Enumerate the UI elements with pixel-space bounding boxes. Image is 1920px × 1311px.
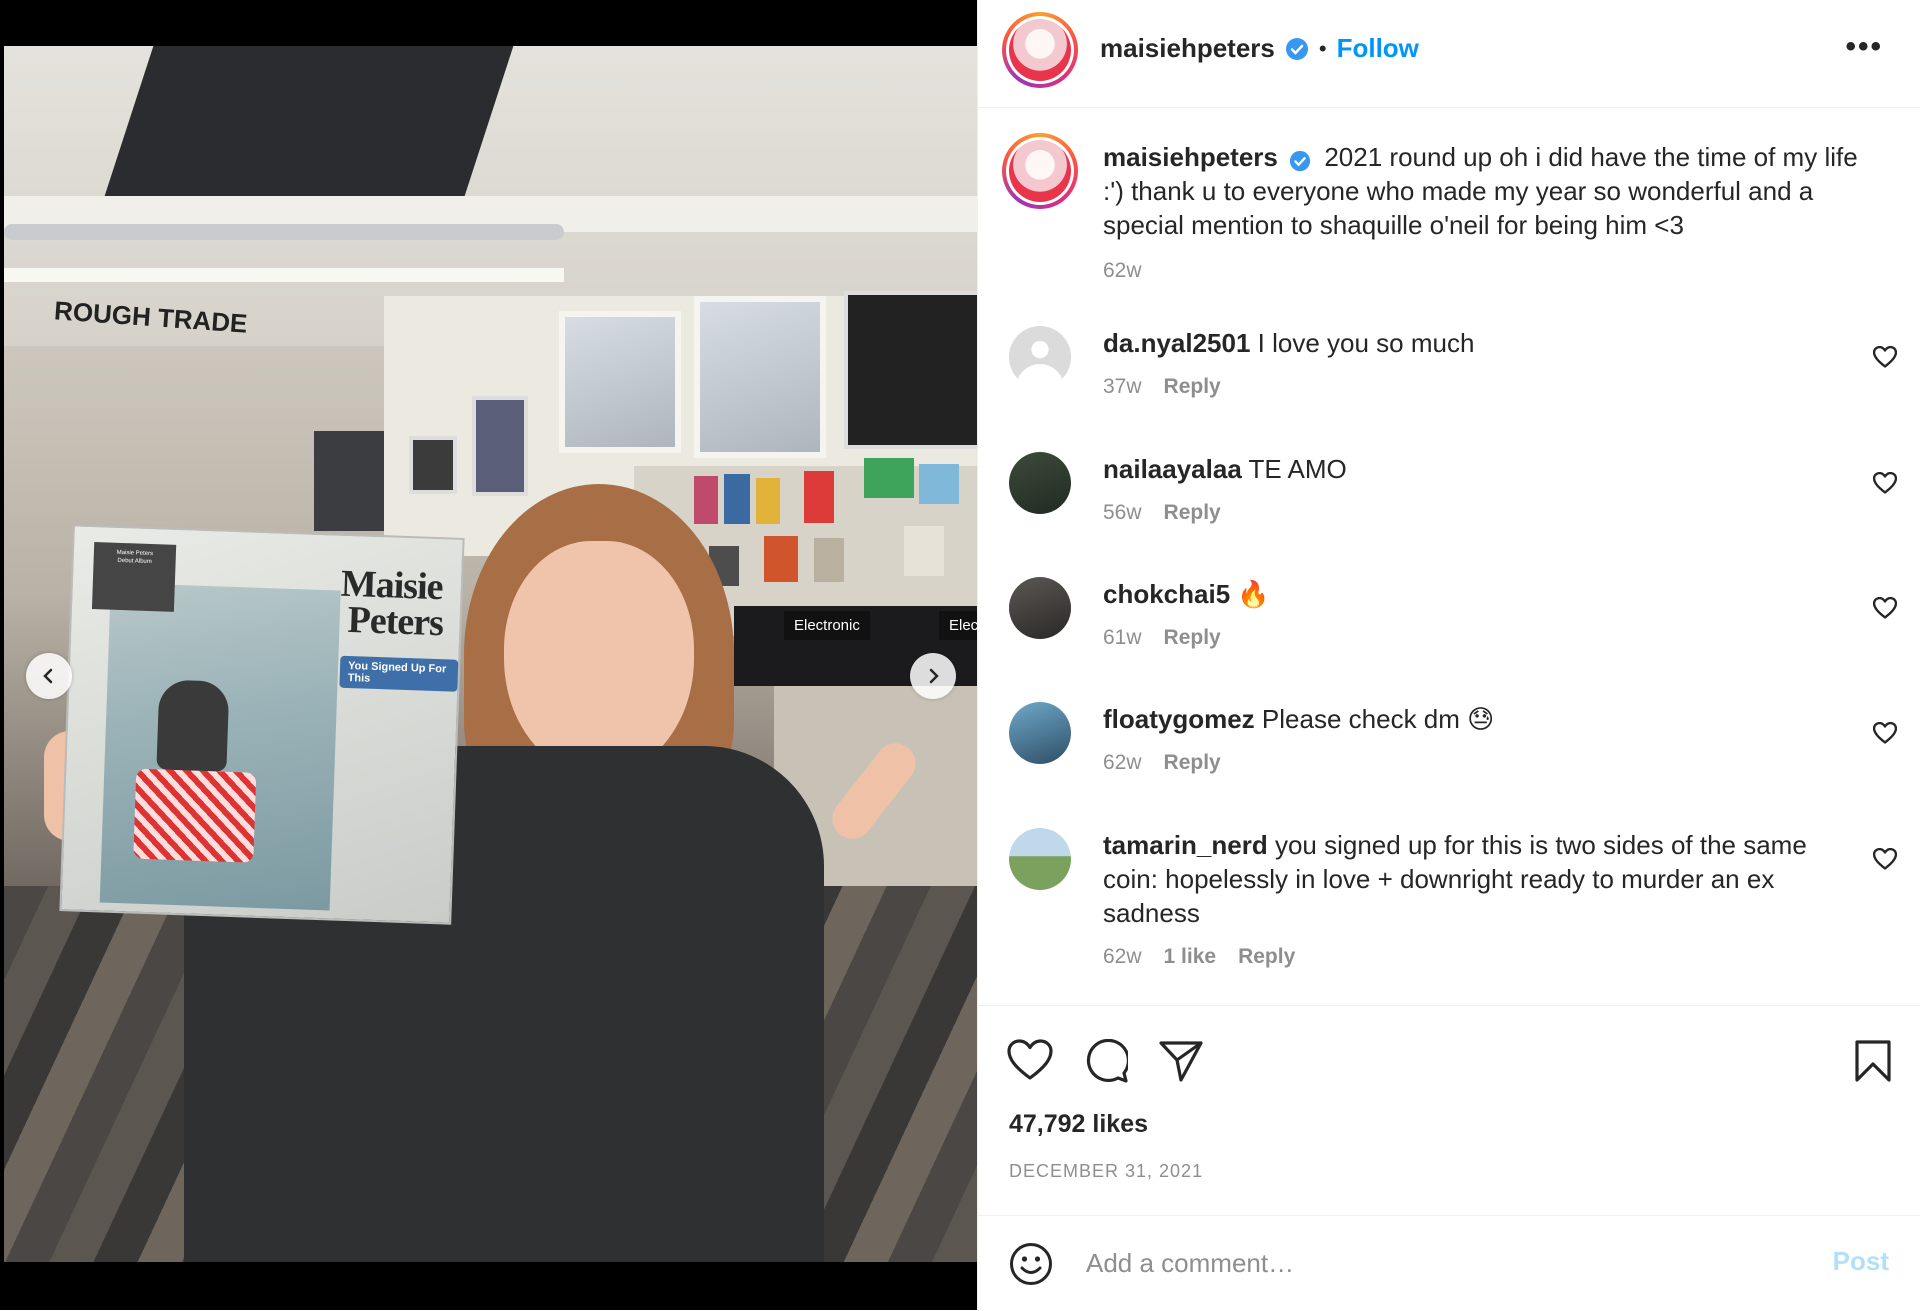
comment-like-heart-icon[interactable] <box>1873 722 1897 744</box>
commenter-avatar[interactable] <box>1009 452 1071 514</box>
album-title: Maisie Peters <box>340 562 444 645</box>
commenter-username[interactable]: chokchai5 <box>1103 579 1230 609</box>
rack-label: Elec <box>939 611 977 640</box>
post-caption: maisiehpeters 2021 round up oh i did hav… <box>1103 140 1863 288</box>
author-username[interactable]: maisiehpeters <box>1100 33 1275 64</box>
comment-text: Please check dm 😓 <box>1261 704 1495 734</box>
reply-button[interactable]: Reply <box>1164 626 1221 649</box>
verified-badge-icon <box>1285 37 1308 60</box>
comment-meta: 37w Reply <box>1103 370 1823 404</box>
face <box>504 541 694 776</box>
wall-poster <box>844 291 977 449</box>
post-comment-button[interactable]: Post <box>1833 1246 1889 1277</box>
reply-button[interactable]: Reply <box>1238 945 1295 968</box>
comment-bubble-icon[interactable] <box>1084 1039 1128 1083</box>
comment-age: 61w <box>1103 626 1142 649</box>
comment-input[interactable] <box>1084 1240 1768 1286</box>
action-bar: 47,792 likes DECEMBER 31, 2021 <box>978 1005 1920 1216</box>
comment-text: I love you so much <box>1257 328 1475 358</box>
wall-poster <box>409 436 457 494</box>
wall-poster <box>472 396 528 496</box>
post-date: DECEMBER 31, 2021 <box>1009 1161 1204 1181</box>
author-avatar[interactable] <box>1002 12 1078 88</box>
comment-meta: 62w Reply <box>1103 746 1823 780</box>
comment-text: 🔥 <box>1237 579 1270 609</box>
comment-age: 62w <box>1103 751 1142 774</box>
reply-button[interactable]: Reply <box>1164 375 1221 398</box>
commenter-username[interactable]: nailaayalaa <box>1103 454 1242 484</box>
commenter-avatar[interactable] <box>1009 702 1071 764</box>
album-tag: Maisie Peters Debut Album <box>91 542 177 612</box>
comment-age: 62w <box>1103 945 1142 968</box>
caption-age: 62w <box>1103 259 1142 282</box>
chevron-left-icon <box>43 668 53 684</box>
vinyl-album: Maisie Peters Debut Album Maisie Peters Y… <box>59 524 465 925</box>
commenter-avatar[interactable] <box>1009 326 1071 388</box>
comment-age: 56w <box>1103 501 1142 524</box>
share-send-icon[interactable] <box>1159 1040 1203 1082</box>
ceiling-pipe <box>4 224 564 240</box>
post-photo[interactable]: Electronic Elec ROUGH TRADE Maisie Peter… <box>4 46 977 1262</box>
comment-meta: 61w Reply <box>1103 621 1823 655</box>
commenter-username[interactable]: da.nyal2501 <box>1103 328 1250 358</box>
window <box>694 296 826 458</box>
follow-button[interactable]: Follow <box>1337 33 1419 64</box>
carousel-next-button[interactable] <box>910 653 956 699</box>
post-header: maisiehpeters • Follow ••• <box>978 0 1920 108</box>
comment-like-heart-icon[interactable] <box>1873 346 1897 368</box>
post-media: Electronic Elec ROUGH TRADE Maisie Peter… <box>0 0 977 1310</box>
rack-label: Electronic <box>784 611 870 640</box>
carousel-prev-button[interactable] <box>26 653 72 699</box>
comment-like-heart-icon[interactable] <box>1873 472 1897 494</box>
album-sticker: You Signed Up For This <box>339 655 459 692</box>
like-count[interactable]: 47,792 likes <box>1009 1110 1148 1139</box>
emoji-icon[interactable] <box>1009 1242 1053 1286</box>
commenter-avatar[interactable] <box>1009 577 1071 639</box>
comment-meta: 56w Reply <box>1103 496 1823 530</box>
bookmark-icon[interactable] <box>1855 1040 1891 1082</box>
like-heart-icon[interactable] <box>1007 1039 1053 1081</box>
commenter-username[interactable]: floatygomez <box>1103 704 1255 734</box>
comment-like-heart-icon[interactable] <box>1873 848 1897 870</box>
comment-meta: 62w 1 like Reply <box>1103 940 1823 974</box>
comment-like-count[interactable]: 1 like <box>1164 945 1217 968</box>
verified-badge-icon <box>1290 150 1311 171</box>
ceiling-panel <box>104 46 514 196</box>
caption-username[interactable]: maisiehpeters <box>1103 142 1278 172</box>
commenter-username[interactable]: tamarin_nerd <box>1103 830 1268 860</box>
more-options-button[interactable]: ••• <box>1845 30 1883 64</box>
speaker <box>314 431 384 531</box>
comment-age: 37w <box>1103 375 1142 398</box>
caption-avatar[interactable] <box>1002 133 1078 209</box>
light-tube <box>4 268 564 282</box>
comment-composer: Post <box>978 1215 1920 1311</box>
reply-button[interactable]: Reply <box>1164 751 1221 774</box>
comment-like-heart-icon[interactable] <box>1873 597 1897 619</box>
commenter-avatar[interactable] <box>1009 828 1071 890</box>
chevron-right-icon <box>929 668 939 684</box>
comment-text: TE AMO <box>1248 454 1347 484</box>
reply-button[interactable]: Reply <box>1164 501 1221 524</box>
window <box>559 311 681 453</box>
header-separator: • <box>1318 35 1327 61</box>
post-detail-panel: maisiehpeters • Follow ••• maisiehpeters… <box>977 0 1920 1310</box>
